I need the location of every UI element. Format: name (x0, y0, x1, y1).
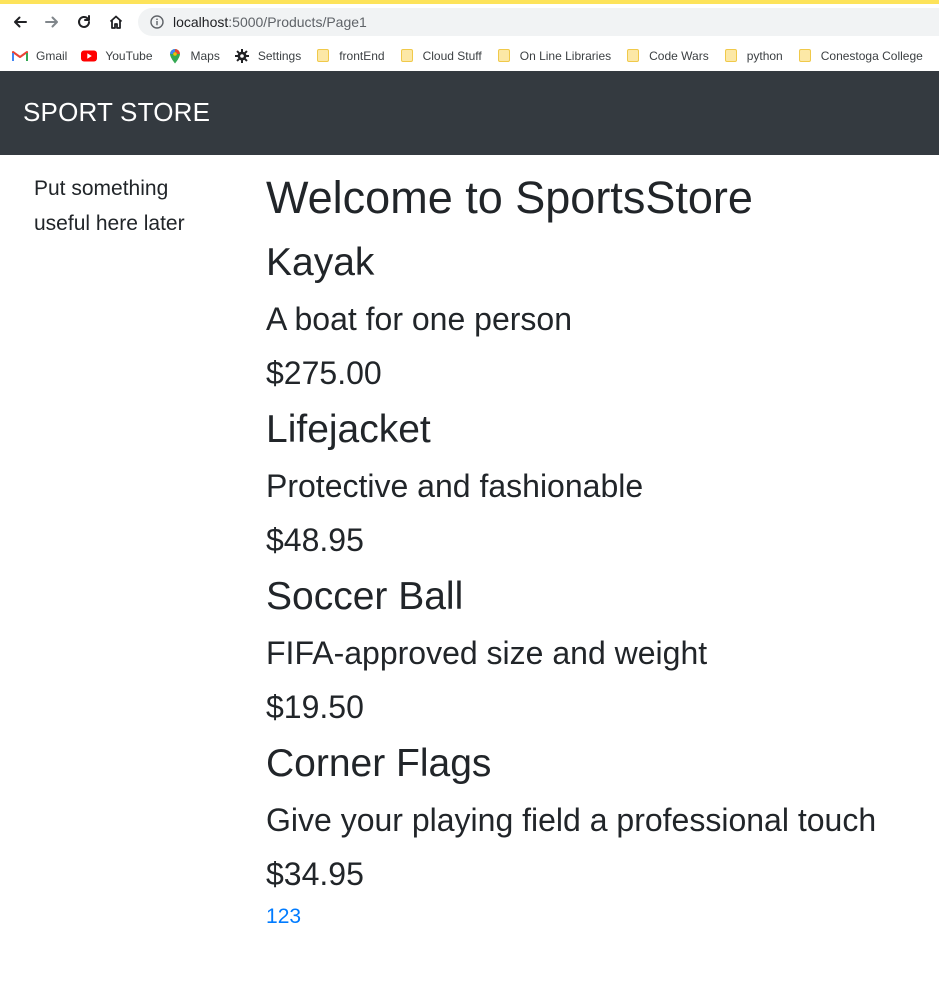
bookmark-code-wars[interactable]: Code Wars (625, 44, 715, 68)
folder-icon (625, 48, 641, 64)
bookmark-online-libraries[interactable]: On Line Libraries (496, 44, 617, 68)
product-item: Kayak A boat for one person $275.00 (266, 238, 906, 395)
folder-icon (496, 48, 512, 64)
youtube-icon (81, 48, 98, 64)
gear-icon (234, 48, 250, 64)
product-description: A boat for one person (266, 301, 572, 337)
pagination: 123 (266, 902, 906, 932)
bookmark-gmail[interactable]: Gmail (12, 44, 73, 68)
product-price: $48.95 (266, 522, 364, 558)
bookmark-label: Cloud Stuff (422, 48, 482, 63)
page-link-1[interactable]: 1 (266, 905, 278, 928)
url-text[interactable]: localhost:5000/Products/Page1 (173, 14, 367, 30)
folder-icon (723, 48, 739, 64)
bookmark-label: Code Wars (649, 48, 709, 63)
sidebar-placeholder-text: Put something useful here later (34, 177, 185, 235)
bookmark-python[interactable]: python (723, 44, 789, 68)
folder-icon (797, 48, 813, 64)
gmail-icon (12, 48, 28, 64)
product-price: $275.00 (266, 355, 382, 391)
bookmark-label: YouTube (105, 48, 153, 63)
product-price: $34.95 (266, 856, 364, 892)
reload-button[interactable] (68, 6, 100, 38)
back-button[interactable] (4, 6, 36, 38)
product-description: Protective and fashionable (266, 468, 644, 504)
bookmark-label: On Line Libraries (519, 48, 612, 63)
bookmark-cloud-stuff[interactable]: Cloud Stuff (399, 44, 488, 68)
product-name: Corner Flags (266, 742, 492, 785)
page-link-2[interactable]: 2 (278, 905, 290, 928)
folder-icon (399, 48, 415, 64)
arrow-right-icon (45, 16, 58, 28)
bookmark-label: Maps (190, 48, 220, 63)
forward-button[interactable] (36, 6, 68, 38)
maps-icon (167, 48, 183, 64)
product-description: FIFA-approved size and weight (266, 635, 708, 671)
bookmark-maps[interactable]: Maps (167, 44, 226, 68)
product-description: Give your playing field a professional t… (266, 802, 877, 838)
bookmark-frontend[interactable]: frontEnd (315, 44, 390, 68)
product-name: Soccer Ball (266, 575, 464, 618)
info-icon[interactable] (149, 14, 165, 30)
url-host: localhost (173, 14, 229, 30)
bookmark-label: frontEnd (339, 48, 385, 63)
product-item: Corner Flags Give your playing field a p… (266, 739, 906, 896)
product-item: Soccer Ball FIFA-approved size and weigh… (266, 572, 906, 729)
navbar-brand[interactable]: SPORT STORE (23, 97, 210, 128)
folder-icon (315, 48, 331, 64)
home-icon (109, 15, 123, 29)
product-price: $19.50 (266, 689, 364, 725)
product-item: Lifejacket Protective and fashionable $4… (266, 405, 906, 562)
product-list: Welcome to SportsStore Kayak A boat for … (266, 168, 906, 932)
bookmark-label: Gmail (36, 48, 68, 63)
url-path: :5000/Products/Page1 (228, 14, 367, 30)
bookmark-settings[interactable]: Settings (234, 44, 307, 68)
page-link-3[interactable]: 3 (289, 905, 301, 928)
reload-icon (78, 15, 90, 28)
bookmarks-bar: Gmail YouTube Maps Settings frontEnd Clo… (0, 40, 939, 71)
page-heading: Welcome to SportsStore (266, 172, 753, 223)
address-bar[interactable]: localhost:5000/Products/Page1 (138, 8, 939, 36)
product-name: Kayak (266, 241, 375, 284)
bookmark-youtube[interactable]: YouTube (81, 44, 158, 68)
browser-toolbar: localhost:5000/Products/Page1 (0, 4, 939, 40)
arrow-left-icon (14, 16, 27, 28)
site-navbar: SPORT STORE (0, 71, 939, 155)
product-name: Lifejacket (266, 408, 431, 451)
bookmark-label: python (746, 48, 783, 63)
bookmark-label: Conestoga College (820, 48, 923, 63)
bookmark-label: Settings (257, 48, 302, 63)
bookmark-conestoga-college[interactable]: Conestoga College (797, 44, 929, 68)
home-button[interactable] (100, 6, 132, 38)
